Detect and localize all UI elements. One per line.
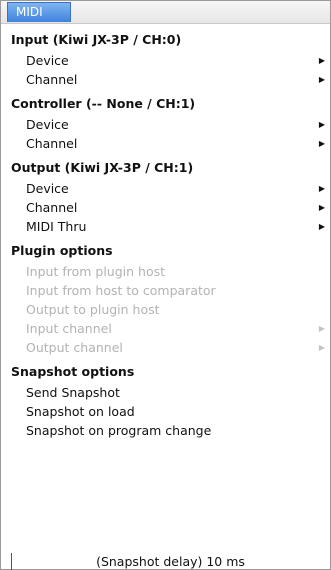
- submenu-arrow-icon: ▶: [318, 120, 325, 129]
- output-to-plugin-host-item: Output to plugin host: [2, 300, 329, 319]
- snapshot-on-program-change-label: Snapshot on program change: [26, 423, 212, 438]
- input-channel-item-disabled: Input channel ▶: [2, 319, 329, 338]
- output-channel-disabled-label: Output channel: [26, 340, 123, 355]
- input-channel-label: Channel: [26, 72, 78, 87]
- controller-section-header: Controller (-- None / CH:1): [11, 96, 196, 111]
- snapshot-on-program-change-item[interactable]: Snapshot on program change: [2, 421, 329, 440]
- controller-channel-label: Channel: [26, 136, 78, 151]
- output-channel-item[interactable]: Channel ▶: [2, 198, 329, 217]
- submenu-arrow-icon: ▶: [318, 184, 325, 193]
- submenu-arrow-icon: ▶: [318, 56, 325, 65]
- snapshot-delay-label: (Snapshot delay) 10 ms: [96, 554, 245, 569]
- input-from-host-to-comparator-item: Input from host to comparator: [2, 281, 329, 300]
- output-channel-item-disabled: Output channel ▶: [2, 338, 329, 357]
- send-snapshot-item[interactable]: Send Snapshot: [2, 383, 329, 402]
- input-channel-item[interactable]: Channel ▶: [2, 70, 329, 89]
- output-section-header: Output (Kiwi JX-3P / CH:1): [11, 160, 194, 175]
- input-from-plugin-host-item: Input from plugin host: [2, 262, 329, 281]
- controller-device-item[interactable]: Device ▶: [2, 115, 329, 134]
- output-channel-label: Channel: [26, 200, 78, 215]
- controller-channel-item[interactable]: Channel ▶: [2, 134, 329, 153]
- midi-thru-item[interactable]: MIDI Thru ▶: [2, 217, 329, 236]
- snapshot-on-load-label: Snapshot on load: [26, 404, 135, 419]
- submenu-arrow-icon: ▶: [318, 75, 325, 84]
- snapshot-delay-slider[interactable]: (Snapshot delay) 10 ms: [11, 553, 329, 570]
- submenu-arrow-icon: ▶: [318, 139, 325, 148]
- tab-midi[interactable]: MIDI: [7, 2, 71, 22]
- output-device-label: Device: [26, 181, 69, 196]
- input-section-header: Input (Kiwi JX-3P / CH:0): [11, 32, 182, 47]
- input-from-plugin-host-label: Input from plugin host: [26, 264, 166, 279]
- midi-menu: Input (Kiwi JX-3P / CH:0) Device ▶ Chann…: [2, 24, 329, 440]
- submenu-arrow-icon: ▶: [318, 324, 325, 333]
- tab-bar: MIDI: [1, 1, 330, 24]
- snapshot-options-header: Snapshot options: [11, 364, 135, 379]
- snapshot-on-load-item[interactable]: Snapshot on load: [2, 402, 329, 421]
- input-device-label: Device: [26, 53, 69, 68]
- output-device-item[interactable]: Device ▶: [2, 179, 329, 198]
- output-to-plugin-host-label: Output to plugin host: [26, 302, 160, 317]
- submenu-arrow-icon: ▶: [318, 222, 325, 231]
- controller-device-label: Device: [26, 117, 69, 132]
- input-device-item[interactable]: Device ▶: [2, 51, 329, 70]
- input-channel-disabled-label: Input channel: [26, 321, 112, 336]
- submenu-arrow-icon: ▶: [318, 343, 325, 352]
- plugin-options-header: Plugin options: [11, 243, 113, 258]
- send-snapshot-label: Send Snapshot: [26, 385, 120, 400]
- input-from-host-to-comparator-label: Input from host to comparator: [26, 283, 216, 298]
- submenu-arrow-icon: ▶: [318, 203, 325, 212]
- midi-thru-label: MIDI Thru: [26, 219, 87, 234]
- midi-menu-window: MIDI Input (Kiwi JX-3P / CH:0) Device ▶ …: [0, 0, 331, 570]
